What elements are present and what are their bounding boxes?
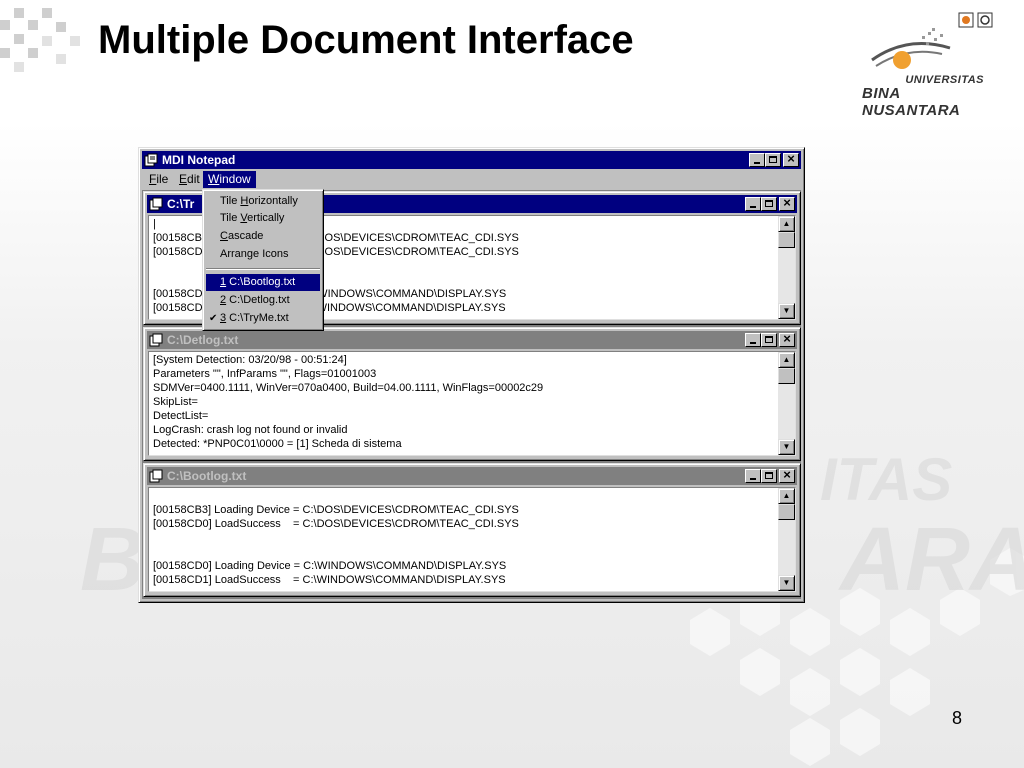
menu-item-doc-bootlog[interactable]: 1 C:\Bootlog.txt <box>206 274 320 291</box>
document-icon <box>149 333 163 347</box>
pixel-decoration <box>0 0 100 80</box>
maximize-icon <box>769 156 777 163</box>
minimize-icon <box>750 206 756 208</box>
child-close-button[interactable]: × <box>779 195 795 211</box>
document-content: [00158CB3] Loading Device = C:\DOS\DEVIC… <box>153 504 519 586</box>
close-icon: × <box>783 331 791 346</box>
minimize-icon <box>754 162 760 164</box>
close-icon: × <box>783 195 791 210</box>
scroll-thumb[interactable] <box>778 232 795 248</box>
doc-label: C:\Detlog.txt <box>226 294 290 306</box>
close-icon: × <box>787 151 795 166</box>
label-post: ascade <box>227 230 264 242</box>
child-maximize-button[interactable] <box>761 197 777 211</box>
main-titlebar[interactable]: MDI Notepad × <box>142 151 801 169</box>
child-close-button[interactable]: × <box>779 467 795 483</box>
menu-item-cascade[interactable]: Cascade <box>206 228 320 245</box>
arrow-down-icon[interactable]: ▼ <box>778 575 795 591</box>
vertical-scrollbar[interactable]: ▲ ▼ <box>778 488 795 591</box>
slide-number: 8 <box>952 708 963 728</box>
vertical-scrollbar[interactable]: ▲ ▼ <box>778 216 795 319</box>
arrow-up-icon[interactable]: ▲ <box>778 216 795 232</box>
document-content: [System Detection: 03/20/98 - 00:51:24] … <box>153 354 544 450</box>
doc-label: C:\TryMe.txt <box>226 312 289 324</box>
scroll-thumb[interactable] <box>778 504 795 520</box>
child-title-bootlog: C:\Bootlog.txt <box>167 469 247 483</box>
slide-title: Multiple Document Interface <box>98 18 634 62</box>
menu-file[interactable]: File <box>144 171 173 188</box>
logo-line-2: BINA NUSANTARA <box>862 85 961 119</box>
arrow-down-icon[interactable]: ▼ <box>778 439 795 455</box>
menu-item-tile-vertically[interactable]: Tile Vertically <box>206 210 320 227</box>
arrow-down-icon[interactable]: ▼ <box>778 303 795 319</box>
minimize-button[interactable] <box>749 153 765 167</box>
menu-item-arrange-icons[interactable]: Arrange Icons <box>206 246 320 263</box>
document-text-area[interactable]: [00158CB3] Loading Device = C:\DOS\DEVIC… <box>148 487 796 592</box>
child-titlebar-bootlog[interactable]: C:\Bootlog.txt × <box>147 467 797 485</box>
arrow-up-icon[interactable]: ▲ <box>778 352 795 368</box>
close-button[interactable]: × <box>783 151 799 167</box>
menu-edit[interactable]: Edit <box>174 171 205 188</box>
menu-item-doc-detlog[interactable]: 2 C:\Detlog.txt <box>206 292 320 309</box>
minimize-icon <box>750 478 756 480</box>
menu-file-rest: ile <box>156 172 169 186</box>
label-pre: Tile <box>220 212 241 224</box>
menu-edit-accel: E <box>179 172 188 186</box>
notepad-icon <box>144 153 158 167</box>
child-maximize-button[interactable] <box>761 333 777 347</box>
child-minimize-button[interactable] <box>745 197 761 211</box>
maximize-icon <box>765 336 773 343</box>
maximize-icon <box>765 200 773 207</box>
child-minimize-button[interactable] <box>745 469 761 483</box>
menu-window-accel: W <box>208 172 220 186</box>
main-window-title: MDI Notepad <box>162 153 236 167</box>
label-pre: Tile <box>220 195 241 207</box>
university-logo: UNIVERSITAS BINA NUSANTARA <box>862 10 1012 119</box>
maximize-button[interactable] <box>765 153 781 167</box>
svg-text:B: B <box>80 510 145 610</box>
close-icon: × <box>783 467 791 482</box>
document-text-area[interactable]: [System Detection: 03/20/98 - 00:51:24] … <box>148 351 796 456</box>
svg-text:ITAS: ITAS <box>820 446 952 513</box>
document-icon <box>149 469 163 483</box>
label-post: orizontally <box>248 195 298 207</box>
maximize-icon <box>765 472 773 479</box>
menu-item-tile-horizontally[interactable]: Tile Horizontally <box>206 193 320 210</box>
scroll-thumb[interactable] <box>778 368 795 384</box>
menu-window[interactable]: Window <box>203 171 256 188</box>
menu-item-doc-tryme[interactable]: ✔ 3 C:\TryMe.txt <box>206 310 320 327</box>
child-title-detlog: C:\Detlog.txt <box>167 333 239 347</box>
child-window-detlog[interactable]: C:\Detlog.txt × [System Detection: 03/20… <box>143 327 801 461</box>
menu-window-rest: indow <box>219 172 251 186</box>
menu-separator <box>206 268 320 270</box>
child-window-bootlog[interactable]: C:\Bootlog.txt × [00158CB3] Loading Devi… <box>143 463 801 597</box>
child-minimize-button[interactable] <box>745 333 761 347</box>
svg-text:ARA: ARA <box>838 510 1024 610</box>
window-menu-dropdown: Tile Horizontally Tile Vertically Cascad… <box>202 189 324 331</box>
child-titlebar-detlog[interactable]: C:\Detlog.txt × <box>147 331 797 349</box>
vertical-scrollbar[interactable]: ▲ ▼ <box>778 352 795 455</box>
child-title-tryme: C:\Tr <box>167 197 195 211</box>
menu-bar: File Edit Window <box>142 170 801 189</box>
label-pre: Arrange Icons <box>220 248 289 260</box>
child-close-button[interactable]: × <box>779 331 795 347</box>
document-icon <box>149 197 163 211</box>
child-maximize-button[interactable] <box>761 469 777 483</box>
arrow-up-icon[interactable]: ▲ <box>778 488 795 504</box>
minimize-icon <box>750 342 756 344</box>
label-post: ertically <box>247 212 285 224</box>
menu-edit-rest: dit <box>187 172 200 186</box>
label-accel: C <box>220 230 228 242</box>
checkmark-icon: ✔ <box>209 313 218 324</box>
doc-label: C:\Bootlog.txt <box>226 276 296 288</box>
